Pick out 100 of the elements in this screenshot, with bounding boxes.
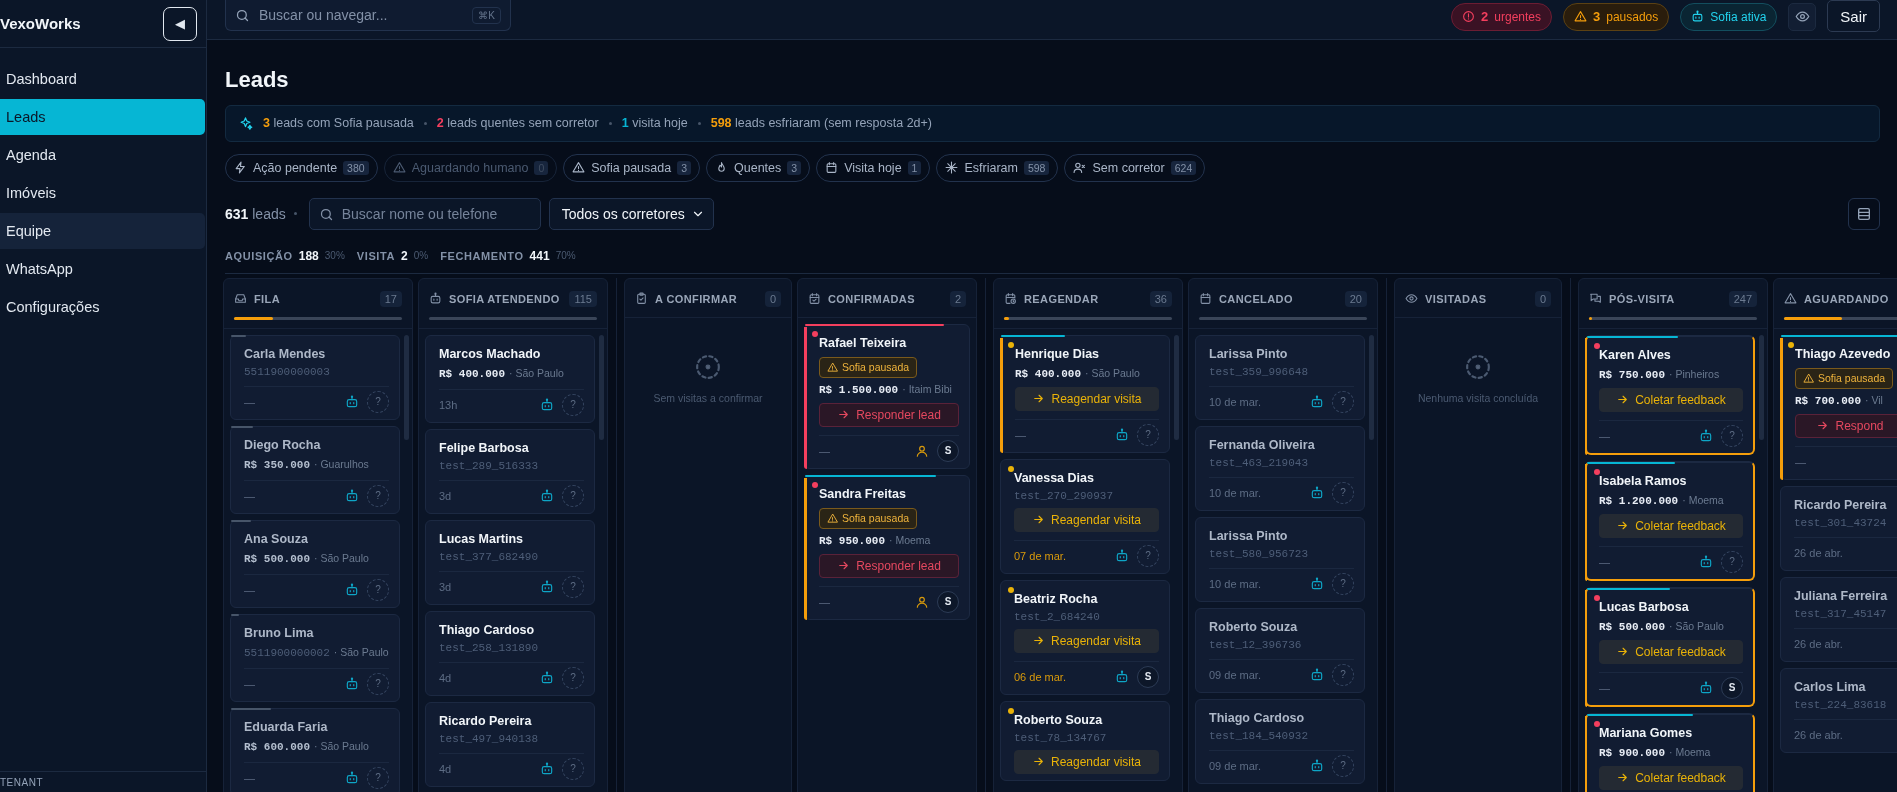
view-toggle-button[interactable] — [1848, 197, 1880, 230]
nav-item[interactable]: Agenda — [0, 137, 205, 173]
empty-state-icon — [1465, 353, 1491, 380]
brand-name: VexoWorks — [0, 15, 81, 32]
lead-card[interactable]: Eduarda Faria R$ 600.000 · São Paulo — ? — [230, 707, 400, 792]
action-button[interactable]: Responder lead — [819, 402, 959, 427]
lead-card[interactable]: Vanessa Dias test_270_290937 Reagendar visita 07 de mar. ? — [1000, 458, 1170, 574]
nav-item[interactable]: Equipe — [0, 213, 205, 249]
stage-count: 188 — [298, 247, 319, 264]
lead-card[interactable]: Bruno Lima 5511900000002 · São Paulo — ? — [230, 613, 400, 702]
lead-time: 4d — [439, 671, 452, 684]
broker-dropdown[interactable]: Todos os corretores — [548, 197, 714, 230]
lead-card[interactable]: Thiago Cardoso test_184_540932 09 de mar. ? — [1195, 698, 1365, 784]
column-count: 36 — [1149, 290, 1172, 307]
lead-card[interactable]: Fernanda Oliveira test_463_219043 10 de mar. ? — [1195, 425, 1365, 511]
action-button[interactable]: Respond — [1795, 413, 1897, 438]
lead-card[interactable]: Marcos Machado R$ 400.000 · São Paulo 13h ? — [425, 334, 595, 423]
lead-card[interactable]: Roberto Souza test_78_134767 Reagendar visita — [1000, 700, 1170, 781]
scrollbar[interactable] — [1174, 334, 1179, 440]
lead-location: · Pinheiros — [1669, 366, 1720, 382]
urgent-badge[interactable]: 2 urgentes — [1451, 2, 1552, 31]
status-badge[interactable]: Sofia ativa — [1680, 2, 1778, 31]
nav-item[interactable]: Dashboard — [0, 61, 205, 97]
lead-phone: 5511900000002 — [244, 646, 330, 659]
action-button[interactable]: Coletar feedback — [1599, 513, 1743, 538]
lead-time: — — [1015, 428, 1026, 441]
lead-name: Sandra Freitas — [819, 485, 907, 502]
column-count: 20 — [1344, 290, 1367, 307]
assignee-avatar[interactable]: S — [1137, 665, 1159, 688]
lead-card[interactable]: Sandra Freitas Sofia pausada R$ 950.000 · Moema Responder lead — S — [804, 474, 970, 620]
lead-card[interactable]: Mariana Gomes R$ 900.000 · Moema Coletar feedback — [1585, 712, 1755, 792]
lead-card[interactable]: Lucas Martins test_377_682490 3d ? — [425, 519, 595, 605]
lead-card[interactable]: Beatriz Rocha test_2_684240 Reagendar visita 06 de mar. S — [1000, 579, 1170, 695]
lead-card[interactable]: Ana Souza R$ 500.000 · São Paulo — ? — [230, 519, 400, 608]
nav-item[interactable]: Configurações — [0, 289, 205, 325]
lead-name: Carla Mendes — [244, 345, 327, 362]
paused-badge[interactable]: 3 pausados — [1563, 2, 1670, 31]
lead-name: Isabela Ramos — [1599, 472, 1688, 489]
visibility-button[interactable] — [1788, 2, 1817, 31]
lead-name: Carlos Lima — [1794, 678, 1867, 695]
lead-location: · Moema — [889, 532, 931, 548]
lead-card[interactable]: Ricardo Pereira test_301_43724 26 de abr. — [1780, 485, 1897, 571]
action-button[interactable]: Reagendar visita — [1014, 628, 1159, 653]
lead-card[interactable]: Thiago Cardoso test_258_131890 4d ? — [425, 610, 595, 696]
assignee-avatar[interactable]: S — [1721, 676, 1743, 699]
column-title: CONFIRMADAS — [828, 292, 915, 305]
lead-card[interactable]: Felipe Barbosa test_289_516333 3d ? — [425, 428, 595, 514]
action-button[interactable]: Reagendar visita — [1014, 749, 1159, 774]
robot-icon — [1691, 10, 1705, 23]
lead-card[interactable]: Rafael Teixeira Sofia pausada R$ 1.500.000 · Itaim Bibi Responder lead — S — [804, 323, 970, 469]
nav-item[interactable]: WhatsApp — [0, 251, 205, 287]
nav-item[interactable]: Leads — [0, 99, 205, 135]
lead-phone: test_78_134767 — [1014, 731, 1107, 744]
action-button[interactable]: Reagendar visita — [1015, 386, 1159, 411]
calendar-clock-icon — [1004, 292, 1017, 306]
lead-card[interactable]: Larissa Pinto test_359_996648 10 de mar. ? — [1195, 334, 1365, 420]
scrollbar[interactable] — [599, 334, 604, 440]
nav-item[interactable]: Imóveis — [0, 175, 205, 211]
alert-text: 2 leads quentes sem corretor — [436, 116, 599, 131]
lead-phone: 5511900000003 — [244, 365, 330, 378]
action-button[interactable]: Coletar feedback — [1599, 387, 1743, 412]
lead-card[interactable]: Karen Alves R$ 750.000 · Pinheiros Coletar feedback — ? — [1585, 334, 1755, 455]
action-button[interactable]: Responder lead — [819, 553, 959, 578]
lead-time: 3d — [439, 489, 452, 502]
lead-value: R$ 900.000 — [1599, 746, 1665, 759]
lead-card[interactable]: Carla Mendes 5511900000003 — ? — [230, 334, 400, 420]
collapse-button[interactable]: ◀ — [163, 6, 197, 41]
logout-button[interactable]: Sair — [1827, 0, 1880, 32]
lead-location: · Guarulhos — [314, 456, 369, 472]
lead-card[interactable]: Larissa Pinto test_580_956723 10 de mar. ? — [1195, 516, 1365, 602]
scrollbar[interactable] — [1759, 334, 1764, 440]
lead-name: Mariana Gomes — [1599, 724, 1694, 741]
lead-card[interactable]: Henrique Dias R$ 400.000 · São Paulo Reagendar visita — ? — [1000, 334, 1170, 453]
lead-card[interactable]: Diego Rocha R$ 350.000 · Guarulhos — ? — [230, 425, 400, 514]
action-button[interactable]: Coletar feedback — [1599, 765, 1743, 790]
lead-card[interactable]: Lucas Barbosa R$ 500.000 · São Paulo Coletar feedback — S — [1585, 586, 1755, 707]
lead-card[interactable]: Roberto Souza test_12_396736 09 de mar. ? — [1195, 607, 1365, 693]
lead-card[interactable]: Juliana Ferreira test_317_45147 26 de abr. — [1780, 576, 1897, 662]
lead-phone: test_463_219043 — [1209, 456, 1309, 469]
lead-value: R$ 350.000 — [244, 458, 310, 471]
action-button[interactable]: Coletar feedback — [1599, 639, 1743, 664]
lead-value: R$ 400.000 — [1015, 367, 1081, 380]
scrollbar[interactable] — [404, 334, 409, 440]
column-count: 247 — [1728, 290, 1757, 307]
action-button[interactable]: Reagendar visita — [1014, 507, 1159, 532]
assignee-avatar[interactable]: S — [937, 590, 959, 613]
lead-time: 10 de mar. — [1209, 395, 1261, 408]
lead-value: R$ 400.000 — [439, 367, 505, 380]
lead-time: — — [1795, 455, 1806, 468]
lead-card[interactable]: Thiago Azevedo Sofia pausada R$ 700.000 · Vil Respond — — [1780, 334, 1897, 480]
lead-card[interactable]: Ricardo Pereira test_497_940138 4d ? — [425, 701, 595, 787]
paused-badge: Sofia pausada — [819, 507, 918, 529]
scrollbar[interactable] — [1369, 334, 1374, 440]
lead-time: — — [244, 677, 255, 690]
lead-card[interactable]: Isabela Ramos R$ 1.200.000 · Moema Coletar feedback — ? — [1585, 460, 1755, 581]
lead-location: · São Paulo — [333, 644, 389, 660]
lead-card[interactable]: Carlos Lima test_224_83618 26 de abr. — [1780, 667, 1897, 753]
column-title: REAGENDAR — [1024, 292, 1099, 305]
lead-search-field[interactable]: Buscar nome ou telefone — [308, 197, 541, 230]
assignee-avatar[interactable]: S — [937, 439, 959, 462]
